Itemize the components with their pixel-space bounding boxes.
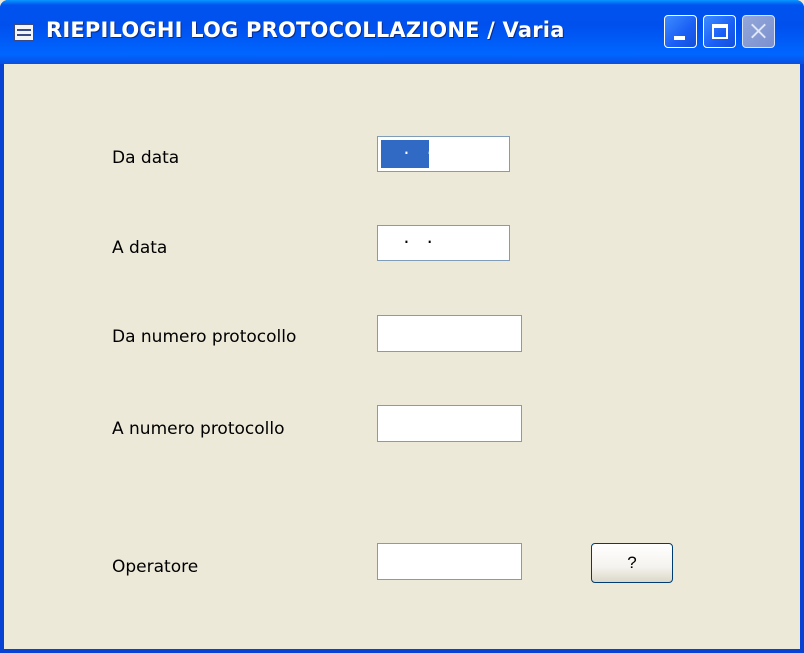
da-data-field[interactable]: . . bbox=[377, 136, 510, 172]
operatore-lookup-button[interactable]: ? bbox=[591, 543, 673, 583]
maximize-button[interactable] bbox=[703, 15, 736, 48]
minimize-button[interactable] bbox=[664, 15, 697, 48]
close-icon bbox=[743, 16, 774, 47]
operatore-label: Operatore bbox=[112, 557, 199, 577]
a-data-label: A data bbox=[112, 238, 168, 258]
da-data-value: . . bbox=[390, 139, 437, 158]
a-numero-protocollo-label: A numero protocollo bbox=[112, 419, 285, 439]
close-button[interactable] bbox=[742, 15, 775, 48]
da-numero-protocollo-label: Da numero protocollo bbox=[112, 327, 297, 347]
a-data-field[interactable]: . . bbox=[377, 225, 510, 261]
window-title: RIEPILOGHI LOG PROTOCOLLAZIONE / Varia bbox=[46, 18, 565, 42]
form-window-icon[interactable] bbox=[14, 24, 34, 41]
minimize-icon bbox=[674, 36, 685, 40]
da-data-label: Da data bbox=[112, 148, 180, 168]
title-bar[interactable]: RIEPILOGHI LOG PROTOCOLLAZIONE / Varia bbox=[0, 0, 804, 64]
da-numero-protocollo-field[interactable] bbox=[377, 315, 522, 352]
a-data-value: . . bbox=[390, 228, 437, 247]
operatore-field[interactable] bbox=[377, 543, 522, 580]
maximize-icon bbox=[712, 24, 728, 39]
a-numero-protocollo-field[interactable] bbox=[377, 405, 522, 442]
